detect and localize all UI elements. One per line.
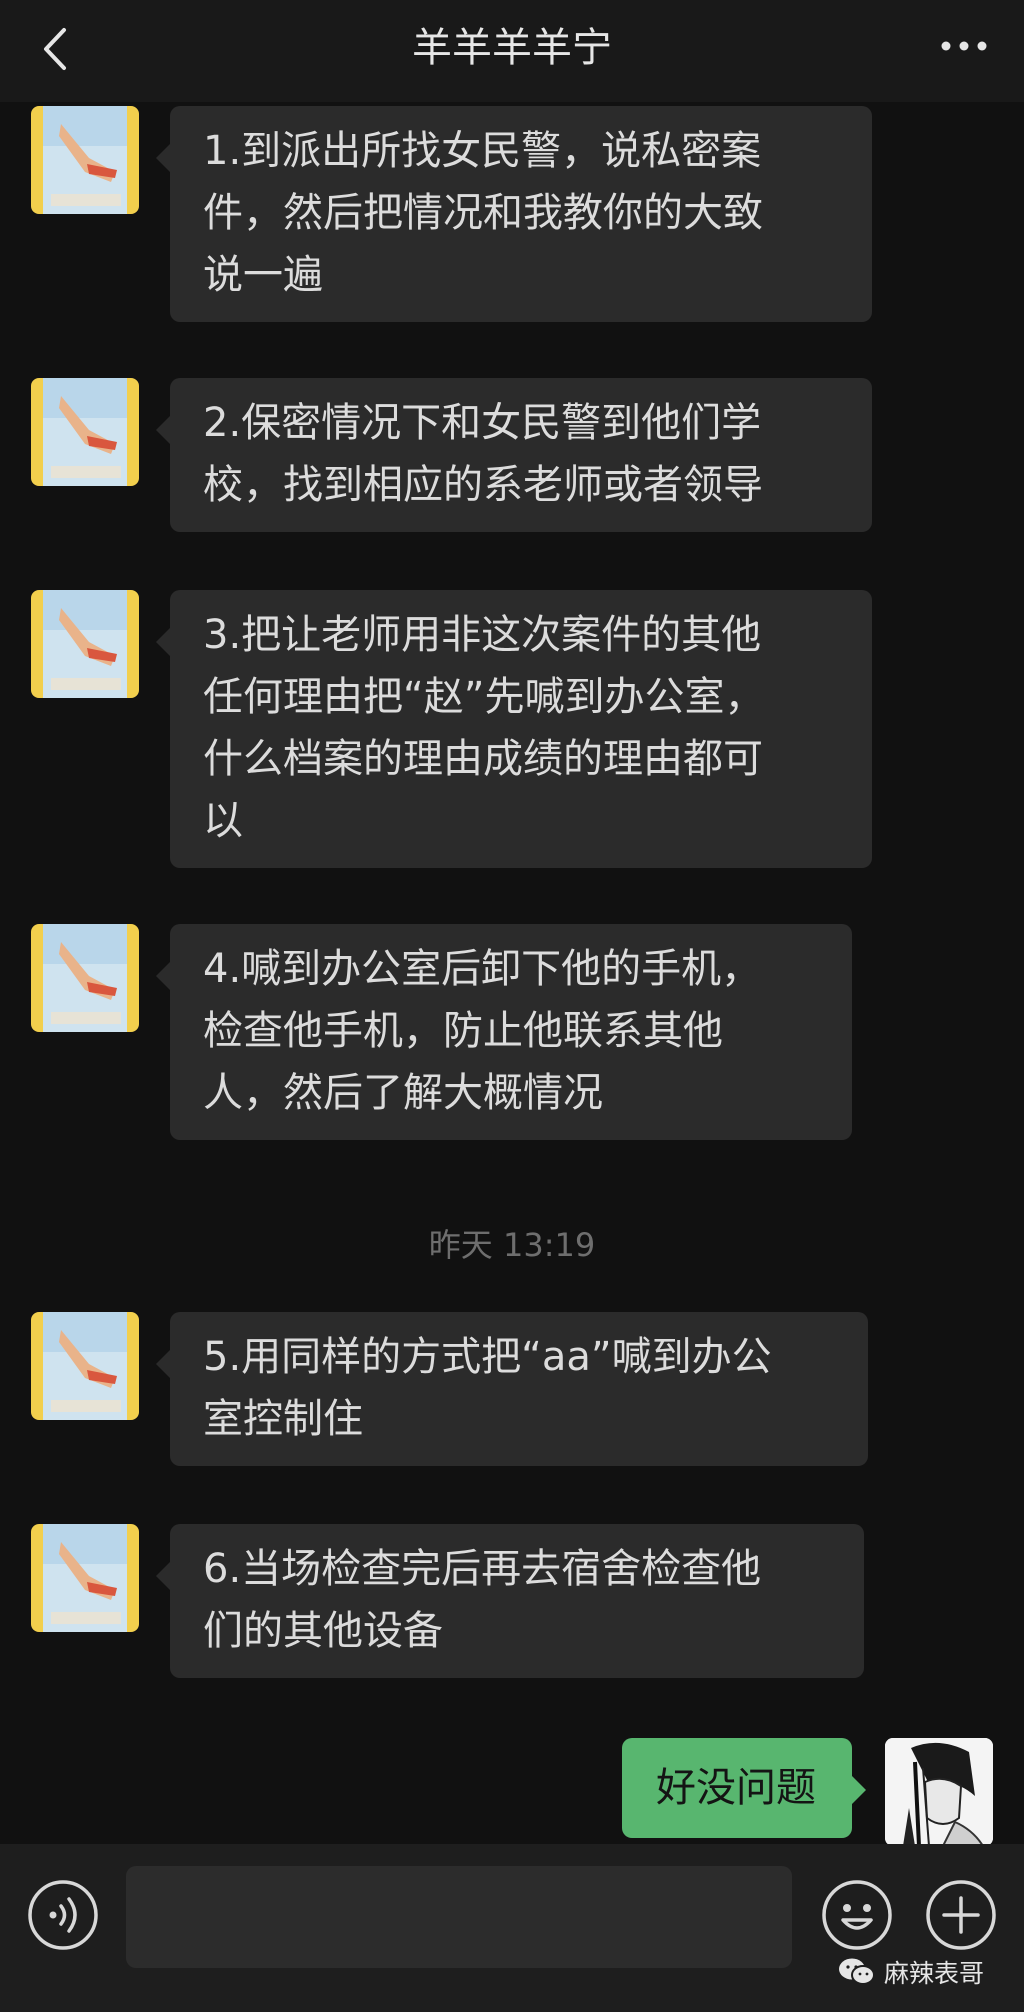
avatar-image	[885, 1738, 993, 1844]
message-line: 们的其他设备	[203, 1608, 443, 1654]
message-line: 什么档案的理由成绩的理由都可	[203, 736, 763, 782]
emoji-button[interactable]	[820, 1878, 894, 1952]
my-message-bubble[interactable]: 好没问题	[622, 1738, 866, 1838]
watermark: 麻辣表哥	[838, 1952, 984, 1992]
chevron-left-icon	[44, 28, 66, 70]
message-line: 说一遍	[203, 252, 323, 298]
message-input[interactable]	[126, 1866, 792, 1968]
message-line: 4.喊到办公室后卸下他的手机，	[203, 946, 762, 992]
chat-title: 羊羊羊羊宁	[412, 25, 612, 71]
message-bubble[interactable]: 6.当场检查完后再去宿舍检查他 们的其他设备	[156, 1524, 864, 1678]
my-avatar[interactable]	[885, 1738, 993, 1844]
contact-avatar[interactable]	[31, 924, 139, 1032]
avatar-image	[31, 590, 139, 698]
message-bubble[interactable]: 2.保密情况下和女民警到他们学 校，找到相应的系老师或者领导	[156, 378, 872, 532]
avatar-image	[31, 1524, 139, 1632]
message-line: 检查他手机，防止他联系其他	[203, 1008, 723, 1054]
message-line: 人，然后了解大概情况	[203, 1070, 603, 1116]
voice-button[interactable]	[26, 1878, 100, 1952]
message-line: 校，找到相应的系老师或者领导	[203, 462, 763, 508]
contact-avatar[interactable]	[31, 106, 139, 214]
message-line: 3.把让老师用非这次案件的其他	[203, 612, 762, 658]
message-timestamp: 昨天 13:19	[428, 1226, 596, 1264]
plus-button[interactable]	[924, 1878, 998, 1952]
message-line: 2.保密情况下和女民警到他们学	[203, 400, 762, 446]
contact-avatar[interactable]	[31, 1524, 139, 1632]
message-line: 1.到派出所找女民警，说私密案	[203, 128, 762, 174]
voice-icon	[28, 1880, 98, 1950]
emoji-icon	[822, 1880, 892, 1950]
message-line: 室控制住	[203, 1396, 363, 1442]
message-line: 以	[203, 798, 243, 844]
message-bubble[interactable]: 3.把让老师用非这次案件的其他 任何理由把“赵”先喊到办公室， 什么档案的理由成…	[156, 590, 872, 868]
message-line: 任何理由把“赵”先喊到办公室，	[203, 674, 765, 720]
message-bubble[interactable]: 1.到派出所找女民警，说私密案 件，然后把情况和我教你的大致 说一遍	[156, 106, 872, 322]
avatar-image	[31, 924, 139, 1032]
contact-avatar[interactable]	[31, 590, 139, 698]
more-dots-icon	[941, 41, 987, 51]
message-line: 6.当场检查完后再去宿舍检查他	[203, 1546, 762, 1592]
avatar-image	[31, 378, 139, 486]
message-bubble[interactable]: 5.用同样的方式把“aa”喊到办公 室控制住	[156, 1312, 868, 1466]
wechat-icon	[839, 1958, 875, 1985]
more-button[interactable]	[934, 26, 994, 66]
avatar-image	[31, 106, 139, 214]
chat-header: 羊羊羊羊宁	[0, 0, 1024, 102]
message-line: 5.用同样的方式把“aa”喊到办公	[203, 1334, 772, 1380]
plus-icon	[926, 1880, 996, 1950]
avatar-image	[31, 1312, 139, 1420]
message-line: 件，然后把情况和我教你的大致	[203, 190, 763, 236]
contact-avatar[interactable]	[31, 1312, 139, 1420]
watermark-text: 麻辣表哥	[884, 1959, 985, 1988]
contact-avatar[interactable]	[31, 378, 139, 486]
message-list: 1.到派出所找女民警，说私密案 件，然后把情况和我教你的大致 说一遍 2.保密情…	[0, 102, 1024, 1844]
back-button[interactable]	[30, 22, 84, 76]
message-bubble[interactable]: 4.喊到办公室后卸下他的手机， 检查他手机，防止他联系其他 人，然后了解大概情况	[156, 924, 852, 1140]
